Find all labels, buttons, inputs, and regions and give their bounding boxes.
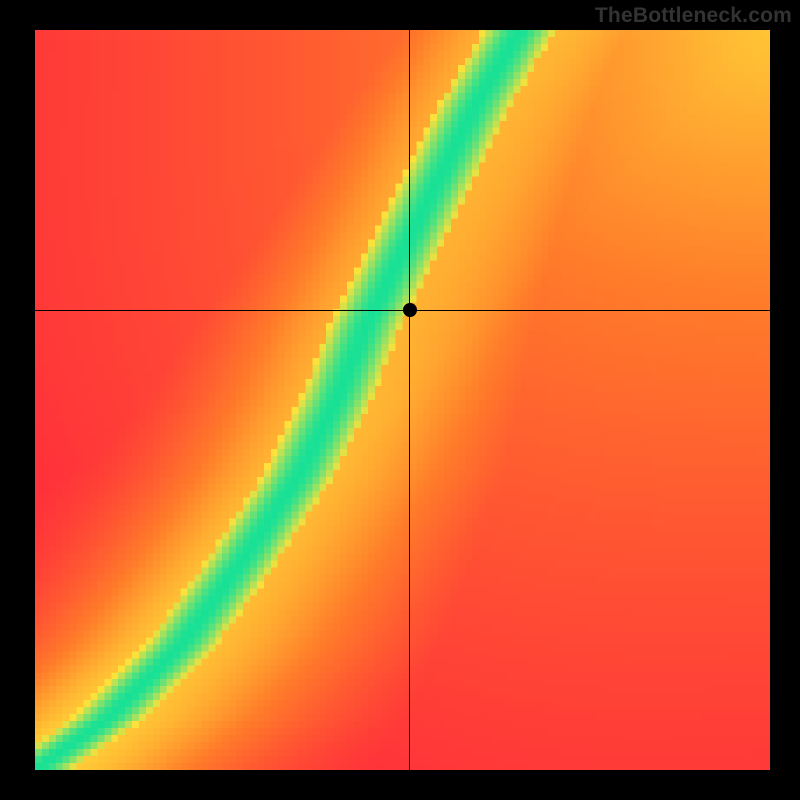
watermark-text: TheBottleneck.com <box>595 4 792 28</box>
crosshair-vertical <box>409 30 410 770</box>
heatmap-plot <box>35 30 770 770</box>
heatmap-canvas <box>35 30 770 770</box>
